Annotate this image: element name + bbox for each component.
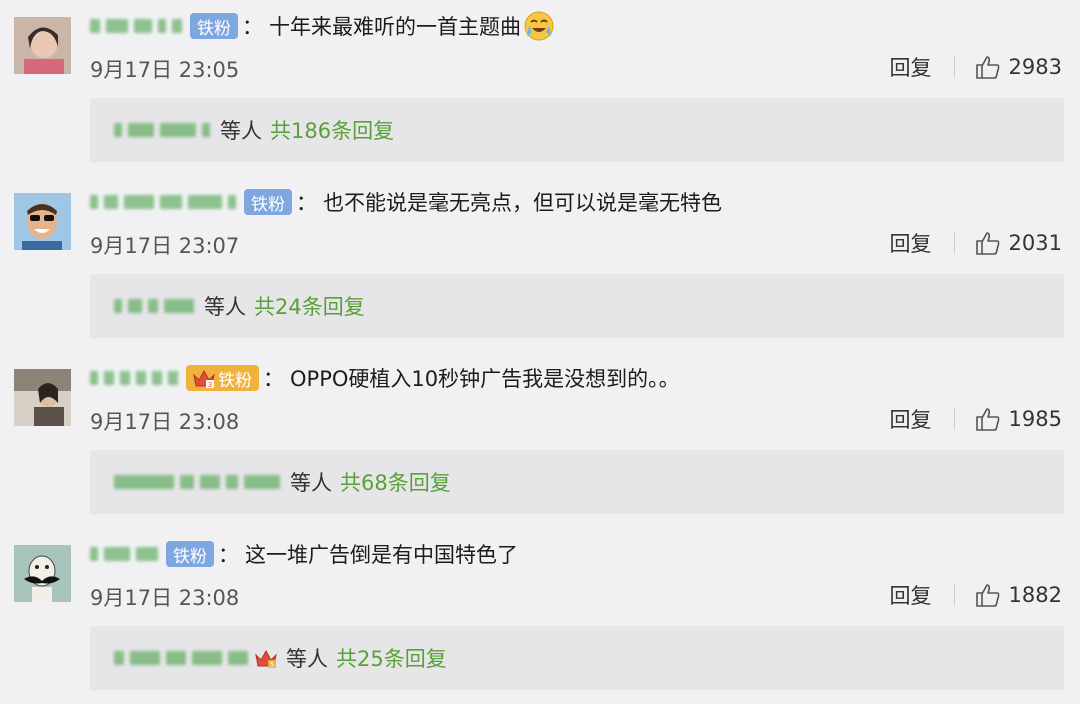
crown-icon: 5 bbox=[255, 649, 277, 669]
crown-icon: 3 bbox=[193, 369, 215, 389]
reply-button[interactable]: 回复 bbox=[890, 404, 954, 434]
thumbs-up-icon[interactable] bbox=[975, 230, 1001, 256]
colon: ： bbox=[242, 15, 263, 39]
reply-count-link[interactable]: 共68条回复 bbox=[340, 467, 451, 497]
reply-count-link[interactable]: 共186条回复 bbox=[270, 115, 394, 145]
reply-suffix: 等人 bbox=[204, 295, 246, 319]
comment-text: 十年来最难听的一首主题曲 bbox=[269, 15, 521, 39]
reply-summary[interactable]: 等人 共68条回复 bbox=[90, 450, 1064, 514]
username-blurred[interactable] bbox=[90, 14, 188, 38]
action-divider bbox=[953, 584, 955, 606]
fan-badge-label: 铁粉 bbox=[218, 370, 252, 391]
svg-text:5: 5 bbox=[270, 661, 274, 669]
comment-item: 铁粉 ： 也不能说是毫无亮点，但可以说是毫无特色 9月17日 23:07 回复 … bbox=[0, 176, 1080, 352]
user-avatar[interactable] bbox=[14, 545, 71, 602]
reply-suffix: 等人 bbox=[286, 647, 328, 671]
reply-suffix: 等人 bbox=[290, 471, 332, 495]
reply-suffix: 等人 bbox=[220, 119, 262, 143]
colon: ： bbox=[296, 191, 317, 215]
comment-header: 3 铁粉 ： OPPO硬植入10秒钟广告我是没想到的。。 bbox=[90, 362, 680, 394]
comment-header: 铁粉 ： 十年来最难听的一首主题曲 bbox=[90, 10, 555, 42]
comment-item: 铁粉 ： 这一堆广告倒是有中国特色了 9月17日 23:08 回复 1882 5… bbox=[0, 528, 1080, 704]
reply-summary[interactable]: 等人 共186条回复 bbox=[90, 98, 1064, 162]
comment-timestamp: 9月17日 23:07 bbox=[90, 234, 240, 258]
action-divider bbox=[953, 232, 955, 254]
comment-text: 这一堆广告倒是有中国特色了 bbox=[245, 543, 518, 567]
reply-summary[interactable]: 5 等人 共25条回复 bbox=[90, 626, 1064, 690]
like-count: 1985 bbox=[1008, 407, 1062, 431]
comment-text: OPPO硬植入10秒钟广告我是没想到的。。 bbox=[290, 367, 680, 391]
reply-button[interactable]: 回复 bbox=[890, 580, 954, 610]
action-divider bbox=[953, 408, 955, 430]
username-blurred[interactable] bbox=[90, 190, 242, 214]
comment-timestamp: 9月17日 23:08 bbox=[90, 586, 240, 610]
reply-users-blurred bbox=[114, 118, 216, 142]
crying-laughing-emoji-icon bbox=[524, 11, 554, 41]
fan-badge-gold[interactable]: 3 铁粉 bbox=[186, 365, 259, 391]
fan-badge[interactable]: 铁粉 bbox=[166, 541, 214, 567]
username-blurred[interactable] bbox=[90, 542, 164, 566]
user-avatar[interactable] bbox=[14, 193, 71, 250]
reply-count-link[interactable]: 共24条回复 bbox=[254, 291, 365, 321]
action-divider bbox=[953, 56, 955, 78]
comment-text: 也不能说是毫无亮点，但可以说是毫无特色 bbox=[323, 191, 722, 215]
reply-users-blurred bbox=[114, 646, 254, 670]
comment-actions: 回复 1882 bbox=[890, 578, 1062, 612]
fan-badge[interactable]: 铁粉 bbox=[190, 13, 238, 39]
thumbs-up-icon[interactable] bbox=[975, 582, 1001, 608]
reply-users-blurred bbox=[114, 294, 200, 318]
comment-header: 铁粉 ： 这一堆广告倒是有中国特色了 bbox=[90, 538, 518, 570]
thumbs-up-icon[interactable] bbox=[975, 54, 1001, 80]
reply-summary[interactable]: 等人 共24条回复 bbox=[90, 274, 1064, 338]
user-avatar[interactable] bbox=[14, 17, 71, 74]
comment-actions: 回复 1985 bbox=[890, 402, 1062, 436]
username-blurred[interactable] bbox=[90, 366, 184, 390]
comment-timestamp: 9月17日 23:05 bbox=[90, 58, 240, 82]
like-count: 1882 bbox=[1008, 583, 1062, 607]
comment-actions: 回复 2983 bbox=[890, 50, 1062, 84]
comment-item: 铁粉 ： 十年来最难听的一首主题曲 9月17日 23:05 回复 2983 等人… bbox=[0, 0, 1080, 176]
comment-timestamp: 9月17日 23:08 bbox=[90, 410, 240, 434]
fan-badge[interactable]: 铁粉 bbox=[244, 189, 292, 215]
comment-header: 铁粉 ： 也不能说是毫无亮点，但可以说是毫无特色 bbox=[90, 186, 722, 218]
like-count: 2983 bbox=[1008, 55, 1062, 79]
comment-item: 3 铁粉 ： OPPO硬植入10秒钟广告我是没想到的。。 9月17日 23:08… bbox=[0, 352, 1080, 528]
reply-users-blurred bbox=[114, 470, 286, 494]
colon: ： bbox=[263, 367, 284, 391]
thumbs-up-icon[interactable] bbox=[975, 406, 1001, 432]
reply-button[interactable]: 回复 bbox=[890, 52, 954, 82]
reply-count-link[interactable]: 共25条回复 bbox=[336, 643, 447, 673]
user-avatar[interactable] bbox=[14, 369, 71, 426]
colon: ： bbox=[218, 543, 239, 567]
svg-text:3: 3 bbox=[208, 381, 212, 389]
like-count: 2031 bbox=[1008, 231, 1062, 255]
reply-button[interactable]: 回复 bbox=[890, 228, 954, 258]
comment-actions: 回复 2031 bbox=[890, 226, 1062, 260]
